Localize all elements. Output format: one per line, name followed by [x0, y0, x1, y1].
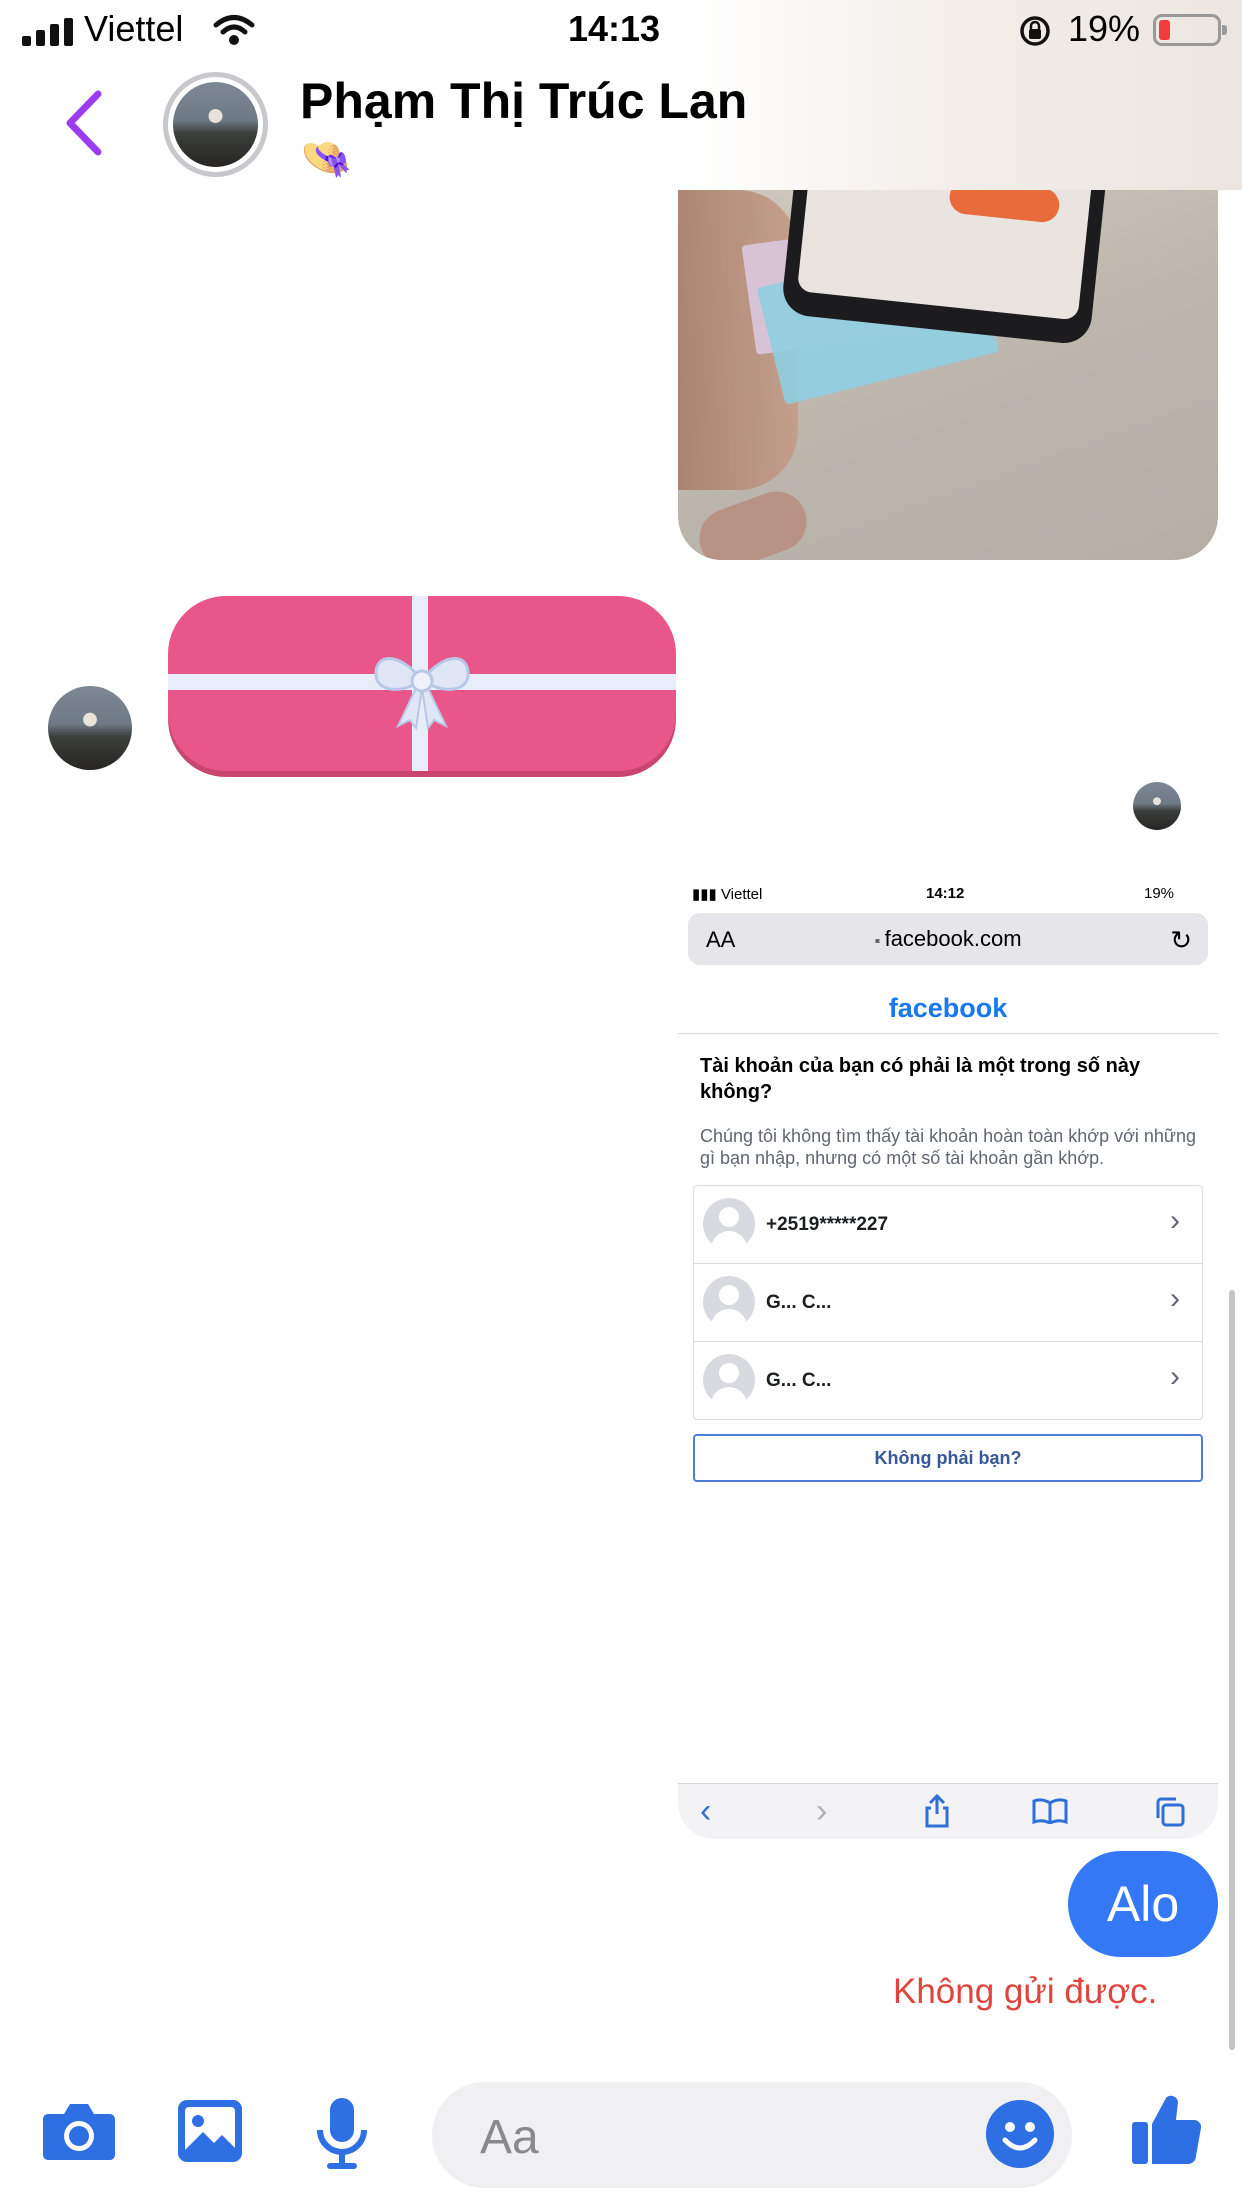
- lock-icon: ▪: [874, 933, 885, 950]
- sent-text-message[interactable]: Alo: [1068, 1851, 1218, 1957]
- account-name: G... C...: [766, 1370, 832, 1391]
- chevron-right-icon: ›: [1170, 1360, 1180, 1393]
- send-error-text[interactable]: Không gửi được.: [893, 1972, 1157, 2012]
- screenshot-status-bar: ▮▮▮ Viettel 14:12 19%: [692, 885, 1175, 903]
- avatar: [703, 1276, 755, 1328]
- account-row: +2519*****227 ›: [694, 1186, 1202, 1264]
- account-row: G... C... ›: [694, 1342, 1202, 1419]
- account-list: +2519*****227 › G... C... › G... C... ›: [693, 1185, 1203, 1420]
- chevron-right-icon: ›: [1170, 1282, 1180, 1315]
- screenshot-battery: 19%: [1144, 885, 1175, 902]
- status-bar: Viettel 14:13 19%: [0, 0, 1242, 62]
- message-input-placeholder: Aa: [480, 2111, 539, 2164]
- facebook-logo: facebook: [888, 993, 1008, 1023]
- chevron-left-icon[interactable]: [62, 88, 106, 158]
- microphone-icon[interactable]: [314, 2096, 370, 2170]
- reload-icon: ↻: [1170, 925, 1192, 955]
- avatar: [703, 1354, 755, 1406]
- emoji-icon[interactable]: [986, 2100, 1054, 2168]
- contact-name[interactable]: Phạm Thị Trúc Lan: [300, 72, 747, 130]
- carrier-label: Viettel: [84, 8, 184, 49]
- message-input[interactable]: Aa: [432, 2082, 1072, 2188]
- thumbs-up-icon[interactable]: [1130, 2092, 1202, 2166]
- chevron-left-icon: ‹: [700, 1792, 712, 1830]
- screenshot-time: 14:12: [926, 885, 965, 902]
- chevron-right-icon: ›: [1170, 1204, 1180, 1237]
- avatar: [703, 1198, 755, 1250]
- account-name: G... C...: [766, 1292, 832, 1313]
- contact-avatar[interactable]: [163, 72, 268, 177]
- rotation-lock-icon: [1020, 16, 1050, 46]
- not-you-button: Không phải bạn?: [693, 1434, 1203, 1482]
- camera-icon[interactable]: [42, 2100, 116, 2162]
- chevron-right-icon: ›: [816, 1792, 828, 1830]
- bookmarks-icon: [1032, 1798, 1068, 1824]
- battery-percent: 19%: [1068, 8, 1141, 49]
- gift-message[interactable]: [168, 596, 676, 771]
- signal-icon: [22, 18, 74, 46]
- sender-avatar[interactable]: [48, 686, 132, 770]
- tabs-icon: [1156, 1797, 1185, 1827]
- status-emoji: 👒: [300, 134, 353, 181]
- account-name: +2519*****227: [766, 1214, 889, 1235]
- battery-icon: [1153, 14, 1227, 46]
- address-bar: AA ▪ facebook.com ↻: [688, 913, 1208, 965]
- gallery-icon[interactable]: [176, 2098, 244, 2164]
- gift-bow-icon: [374, 657, 470, 730]
- share-icon: [925, 1794, 949, 1828]
- sent-screenshot-message[interactable]: ▮▮▮ Viettel 14:12 19% AA ▪ facebook.com …: [678, 873, 1218, 1839]
- account-row: G... C... ›: [694, 1264, 1202, 1342]
- facebook-bar: facebook: [678, 983, 1218, 1034]
- account-question: Tài khoản của bạn có phải là một trong s…: [700, 1055, 1141, 1103]
- url-text: facebook.com: [884, 926, 1022, 951]
- scrollbar[interactable]: [1229, 1290, 1235, 2050]
- account-description: Chúng tôi không tìm thấy tài khoản hoàn …: [700, 1126, 1196, 1168]
- browser-toolbar: ‹ ›: [678, 1783, 1218, 1839]
- screenshot-carrier: Viettel: [720, 886, 763, 903]
- seen-indicator-avatar: [1133, 782, 1181, 830]
- photo-finger: [691, 482, 815, 560]
- sent-photo-message[interactable]: [678, 190, 1218, 560]
- wifi-icon: [213, 15, 255, 45]
- clock: 14:13: [568, 8, 661, 49]
